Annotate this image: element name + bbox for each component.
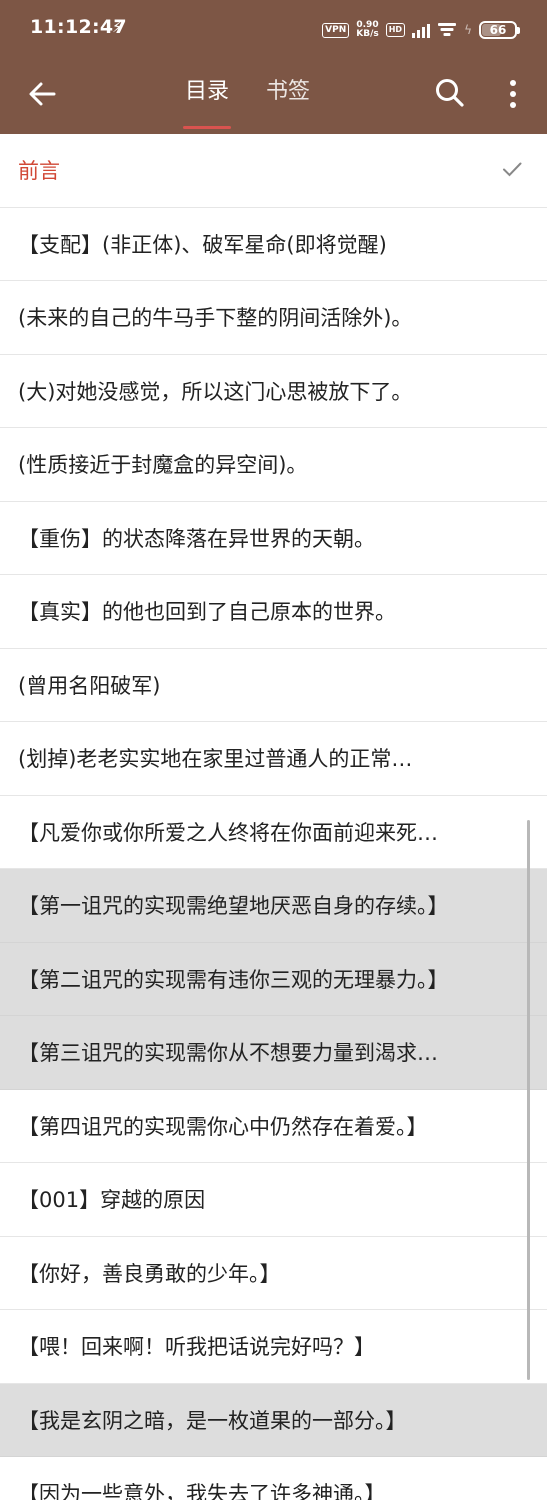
chapter-title: 【我是玄阴之暗，是一枚道果的一部分。】	[18, 1408, 407, 1433]
status-icons: VPN 0.90 KB/s HD ϟ 66	[322, 17, 520, 43]
chapter-list[interactable]: 前言 【支配】(非正体)、破军星命(即将觉醒) (未来的自己的牛马手下整的阴间活…	[0, 134, 547, 1500]
chapter-item[interactable]: (性质接近于封魔盒的异空间)。	[0, 428, 547, 502]
chapter-title: 【你好，善良勇敢的少年。】	[18, 1261, 281, 1286]
chapter-title: (曾用名阳破军)	[18, 673, 161, 698]
chapter-item[interactable]: 【因为一些意外，我失去了许多神通。】	[0, 1457, 547, 1500]
top-app-bar: 11:12:47 ⚡ VPN 0.90 KB/s HD ϟ 66 目录 书签	[0, 0, 547, 134]
chapter-title: 【第一诅咒的实现需绝望地厌恶自身的存续。】	[18, 894, 449, 919]
back-arrow-icon[interactable]	[24, 76, 60, 112]
chapter-item[interactable]: (划掉)老老实实地在家里过普通人的正常…	[0, 722, 547, 796]
tab-contents[interactable]: 目录	[182, 58, 232, 134]
chapter-title: 【真实】的他也回到了自己原本的世界。	[18, 600, 396, 625]
chapter-item[interactable]: 【凡爱你或你所爱之人终将在你面前迎来死…	[0, 796, 547, 869]
chapter-title: (未来的自己的牛马手下整的阴间活除外)。	[18, 306, 413, 331]
battery-icon: 66	[479, 21, 520, 39]
search-icon[interactable]	[433, 76, 467, 110]
chapter-title: 【因为一些意外，我失去了许多神通。】	[18, 1482, 386, 1500]
charging-icon: ϟ	[464, 23, 472, 37]
chapter-item[interactable]: (大)对她没感觉，所以这门心思被放下了。	[0, 355, 547, 428]
cell-signal-icon	[412, 22, 431, 38]
chapter-title: 【第二诅咒的实现需有违你三观的无理暴力。】	[18, 967, 449, 992]
chapter-title: (划掉)老老实实地在家里过普通人的正常…	[18, 747, 413, 772]
chapter-item[interactable]: 【我是玄阴之暗，是一枚道果的一部分。】	[0, 1383, 547, 1457]
battery-level: 66	[489, 23, 507, 37]
chapter-title: 【第四诅咒的实现需你心中仍然存在着爱。】	[18, 1114, 428, 1139]
tab-bookmarks[interactable]: 书签	[266, 58, 310, 134]
flash-icon: ⚡	[112, 18, 123, 36]
chapter-item[interactable]: 【喂！回来啊！听我把话说完好吗？】	[0, 1310, 547, 1384]
chapter-item[interactable]: 【第四诅咒的实现需你心中仍然存在着爱。】	[0, 1090, 547, 1163]
chapter-item[interactable]: 【第三诅咒的实现需你从不想要力量到渴求…	[0, 1016, 547, 1090]
wifi-icon	[437, 22, 457, 38]
chapter-title: 【001】穿越的原因	[18, 1188, 206, 1213]
chapter-item[interactable]: 【第一诅咒的实现需绝望地厌恶自身的存续。】	[0, 869, 547, 943]
chapter-item[interactable]: 【重伤】的状态降落在异世界的天朝。	[0, 502, 547, 575]
chapter-item[interactable]: 【你好，善良勇敢的少年。】	[0, 1237, 547, 1310]
network-speed-unit: KB/s	[356, 29, 379, 39]
chapter-item[interactable]: 【支配】(非正体)、破军星命(即将觉醒)	[0, 208, 547, 281]
chapter-title: 前言	[18, 159, 60, 184]
scrollbar[interactable]	[527, 820, 530, 1380]
chapter-item[interactable]: 【真实】的他也回到了自己原本的世界。	[0, 575, 547, 649]
chapter-item[interactable]: (曾用名阳破军)	[0, 649, 547, 722]
network-speed: 0.90 KB/s	[356, 21, 378, 39]
chapter-title: (性质接近于封魔盒的异空间)。	[18, 453, 308, 478]
chapter-title: 【喂！回来啊！听我把话说完好吗？】	[18, 1335, 375, 1360]
chapter-title: 【第三诅咒的实现需你从不想要力量到渴求…	[18, 1041, 438, 1066]
chapter-item[interactable]: (未来的自己的牛马手下整的阴间活除外)。	[0, 281, 547, 355]
chapter-title: 【凡爱你或你所爱之人终将在你面前迎来死…	[18, 820, 438, 845]
status-bar: 11:12:47 ⚡ VPN 0.90 KB/s HD ϟ 66	[0, 0, 547, 58]
chapter-item[interactable]: 前言	[0, 134, 547, 208]
tab-bar: 目录 书签	[182, 58, 310, 134]
chapter-title: 【重伤】的状态降落在异世界的天朝。	[18, 526, 375, 551]
vpn-badge: VPN	[322, 22, 350, 38]
chapter-item[interactable]: 【001】穿越的原因	[0, 1163, 547, 1237]
toolbar: 目录 书签	[0, 58, 547, 134]
check-icon	[501, 158, 523, 180]
hd-badge: HD	[385, 23, 406, 37]
more-options-icon[interactable]	[500, 76, 526, 112]
chapter-title: (大)对她没感觉，所以这门心思被放下了。	[18, 379, 413, 404]
chapter-title: 【支配】(非正体)、破军星命(即将觉醒)	[18, 232, 387, 257]
chapter-item[interactable]: 【第二诅咒的实现需有违你三观的无理暴力。】	[0, 942, 547, 1016]
